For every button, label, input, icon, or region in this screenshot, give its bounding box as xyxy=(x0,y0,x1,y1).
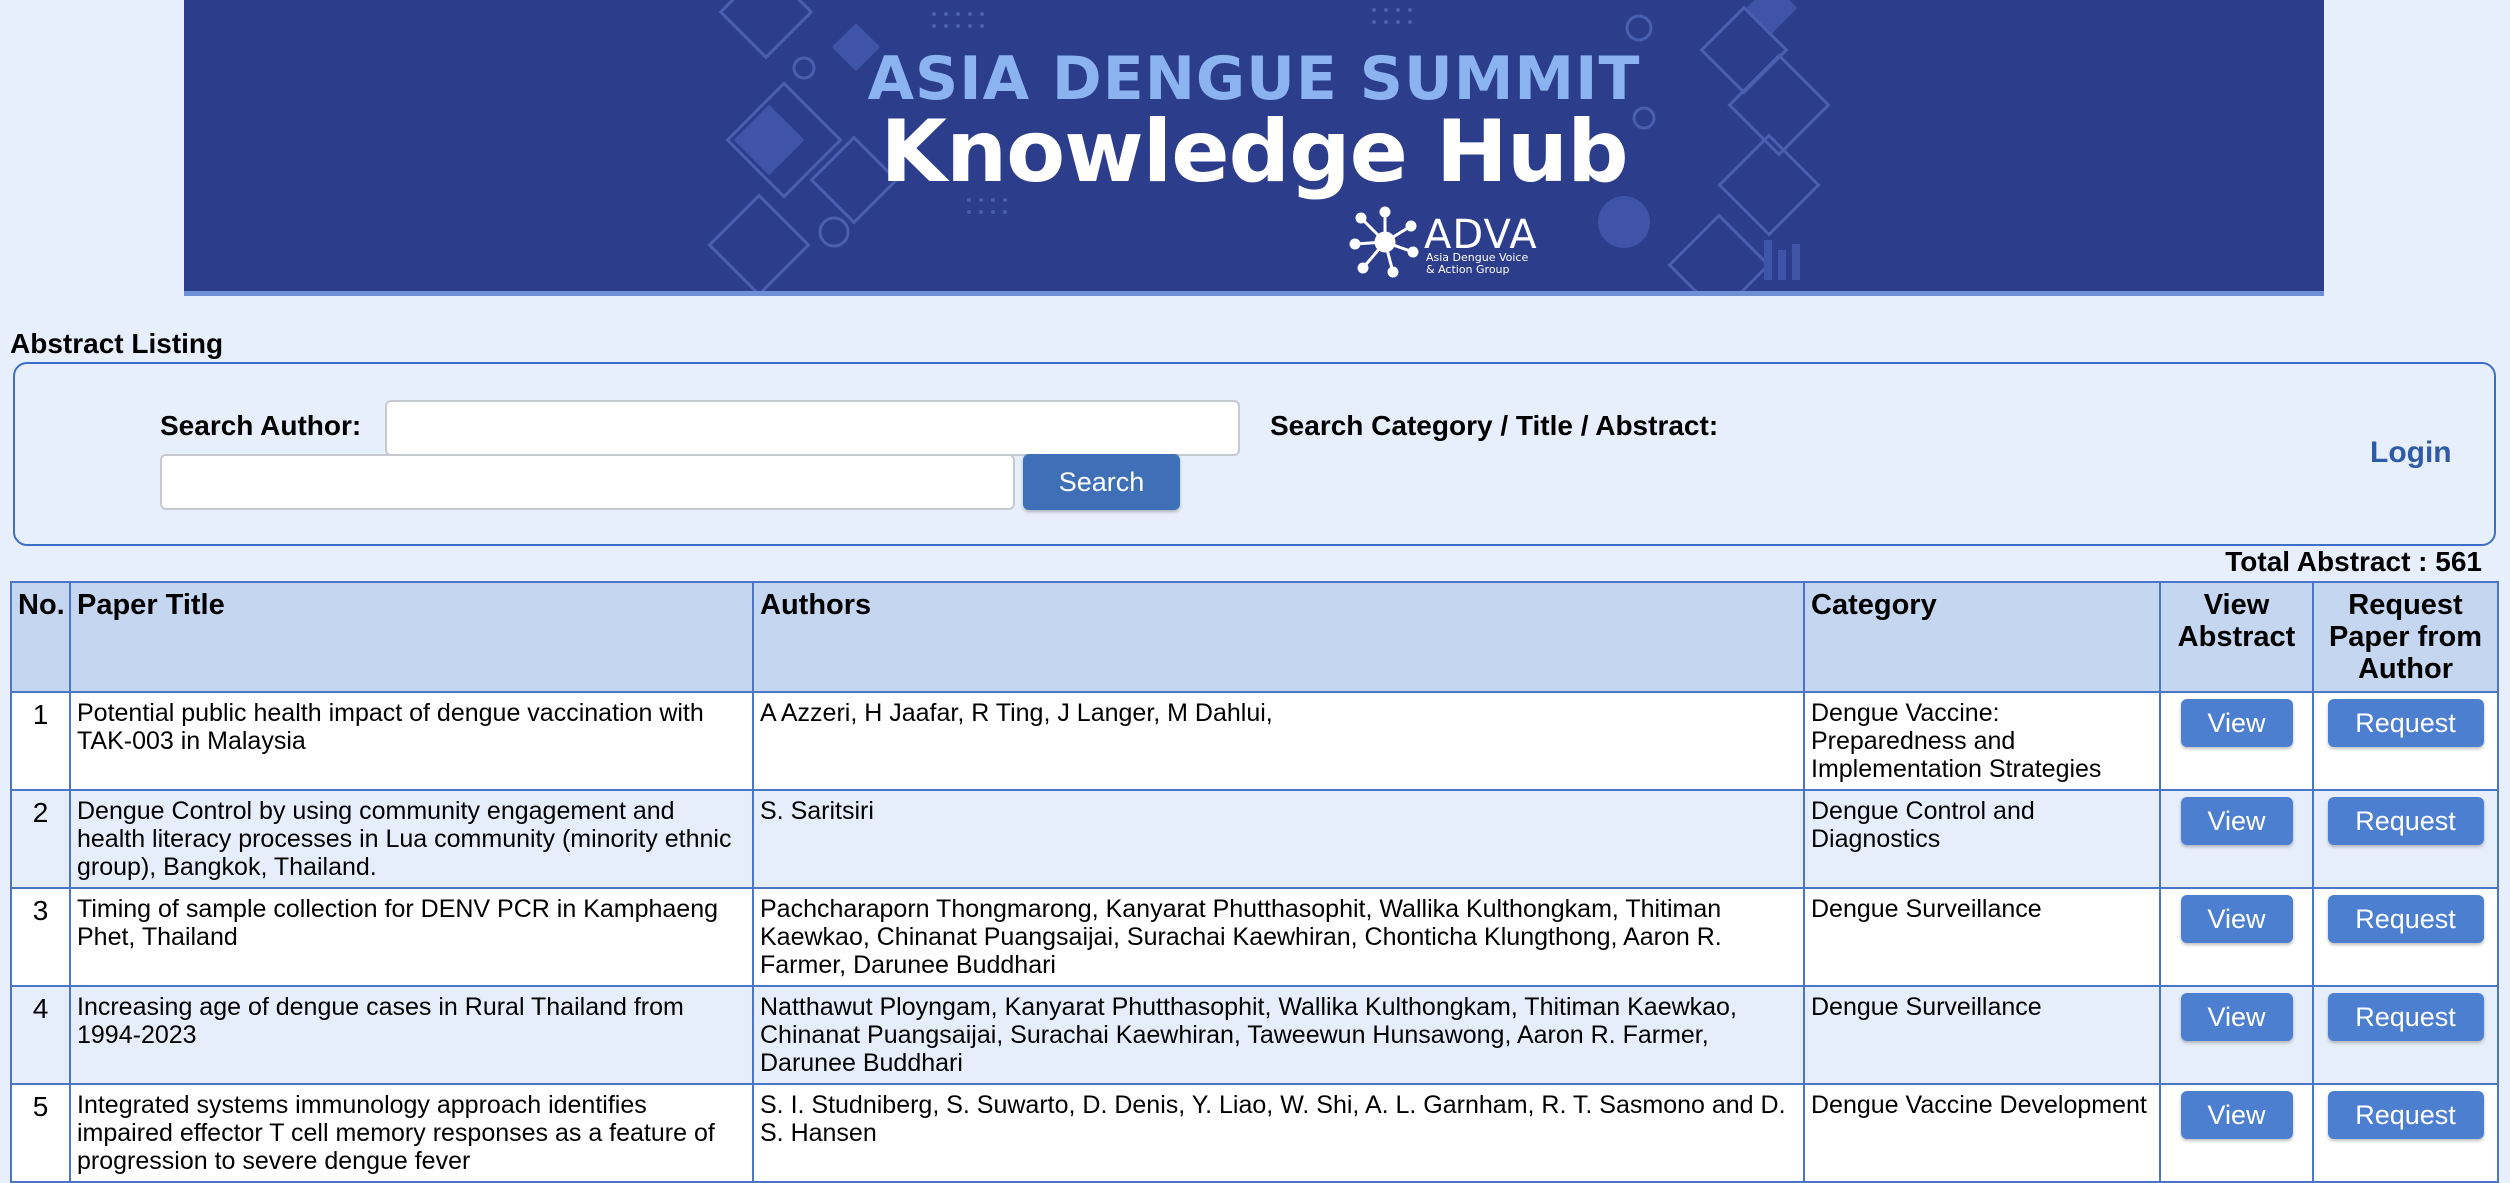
table-row: 1 Potential public health impact of deng… xyxy=(10,691,2499,791)
page-title: Abstract Listing xyxy=(10,328,224,359)
adva-logo-subtext: Asia Dengue Voice & Action Group xyxy=(1426,251,1529,276)
paper-authors: A Azzeri, H Jaafar, R Ting, J Langer, M … xyxy=(752,691,1805,791)
paper-category: Dengue Surveillance xyxy=(1803,887,2161,987)
header-request-paper: Request Paper from Author xyxy=(2312,581,2499,693)
paper-authors: S. I. Studniberg, S. Suwarto, D. Denis, … xyxy=(752,1083,1805,1183)
total-abstract-count: Total Abstract : 561 xyxy=(2225,546,2482,577)
view-abstract-button[interactable]: View xyxy=(2180,993,2293,1041)
request-paper-button[interactable]: Request xyxy=(2327,993,2484,1041)
header-view-abstract: View Abstract xyxy=(2159,581,2314,693)
adva-logo-icon xyxy=(1349,206,1419,278)
table-header-row: No. Paper Title Authors Category View Ab… xyxy=(10,581,2499,693)
view-abstract-button[interactable]: View xyxy=(2180,699,2293,747)
view-abstract-button[interactable]: View xyxy=(2180,797,2293,845)
table-row: 2 Dengue Control by using community enga… xyxy=(10,789,2499,889)
paper-title: Potential public health impact of dengue… xyxy=(69,691,754,791)
search-category-input[interactable] xyxy=(160,454,1015,510)
request-paper-button[interactable]: Request xyxy=(2327,797,2484,845)
paper-category: Dengue Vaccine Development xyxy=(1803,1083,2161,1183)
banner-title: Knowledge Hub xyxy=(880,102,1628,202)
login-link[interactable]: Login xyxy=(2370,436,2452,470)
row-number: 4 xyxy=(10,985,71,1085)
row-number: 2 xyxy=(10,789,71,889)
row-number: 5 xyxy=(10,1083,71,1183)
request-paper-button[interactable]: Request xyxy=(2327,895,2484,943)
header-paper-title: Paper Title xyxy=(69,581,754,693)
search-category-label: Search Category / Title / Abstract: xyxy=(1270,410,1719,441)
request-paper-button[interactable]: Request xyxy=(2327,1091,2484,1139)
paper-category: Dengue Control and Diagnostics xyxy=(1803,789,2161,889)
header-no: No. xyxy=(10,581,71,693)
abstract-table: No. Paper Title Authors Category View Ab… xyxy=(10,581,2499,1183)
search-author-input[interactable] xyxy=(385,400,1240,456)
search-author-label: Search Author: xyxy=(160,410,362,441)
paper-category: Dengue Surveillance xyxy=(1803,985,2161,1085)
view-abstract-button[interactable]: View xyxy=(2180,1091,2293,1139)
paper-title: Timing of sample collection for DENV PCR… xyxy=(69,887,754,987)
paper-title: Integrated systems immunology approach i… xyxy=(69,1083,754,1183)
table-row: 5 Integrated systems immunology approach… xyxy=(10,1083,2499,1183)
search-button[interactable]: Search xyxy=(1023,454,1180,510)
paper-title: Dengue Control by using community engage… xyxy=(69,789,754,889)
row-number: 3 xyxy=(10,887,71,987)
paper-authors: Pachcharaporn Thongmarong, Kanyarat Phut… xyxy=(752,887,1805,987)
header-authors: Authors xyxy=(752,581,1805,693)
banner: ASIA DENGUE SUMMIT Knowledge Hub ADVA As… xyxy=(184,0,2324,296)
table-row: 4 Increasing age of dengue cases in Rura… xyxy=(10,985,2499,1085)
paper-authors: Natthawut Ployngam, Kanyarat Phutthasoph… xyxy=(752,985,1805,1085)
paper-title: Increasing age of dengue cases in Rural … xyxy=(69,985,754,1085)
table-row: 3 Timing of sample collection for DENV P… xyxy=(10,887,2499,987)
header-category: Category xyxy=(1803,581,2161,693)
paper-authors: S. Saritsiri xyxy=(752,789,1805,889)
row-number: 1 xyxy=(10,691,71,791)
paper-category: Dengue Vaccine: Preparedness and Impleme… xyxy=(1803,691,2161,791)
request-paper-button[interactable]: Request xyxy=(2327,699,2484,747)
view-abstract-button[interactable]: View xyxy=(2180,895,2293,943)
